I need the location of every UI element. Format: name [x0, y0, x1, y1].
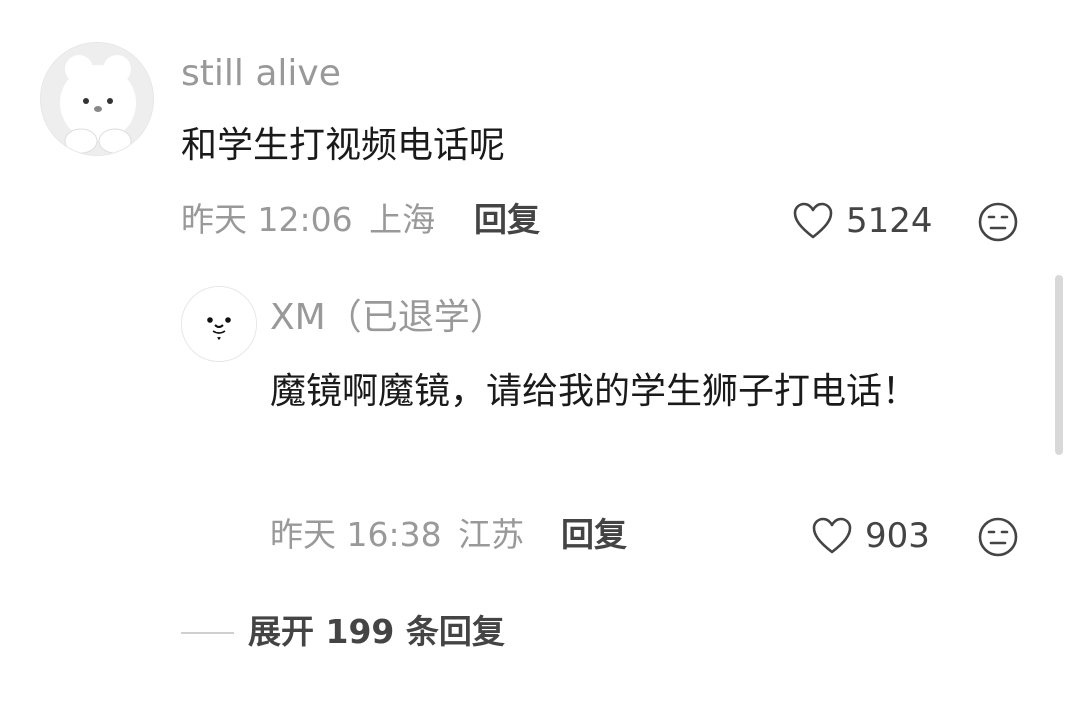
- neutral-face-icon: [978, 517, 1018, 557]
- heart-outline-icon: [812, 517, 852, 554]
- reply-avatar[interactable]: [181, 286, 257, 362]
- comment-text[interactable]: 和学生打视频电话呢: [181, 114, 1001, 178]
- scrollbar-thumb[interactable]: [1055, 275, 1063, 455]
- reply-username[interactable]: XM（已退学）: [270, 296, 506, 340]
- comment-reply-button[interactable]: 回复: [474, 198, 540, 242]
- comment-avatar[interactable]: [40, 42, 154, 156]
- reply-like-count: 903: [865, 516, 930, 556]
- comment-time-value: 昨天 12:06: [181, 200, 353, 239]
- comment-location: 上海: [369, 200, 436, 239]
- reply-dislike-button[interactable]: [977, 516, 1019, 558]
- comment-username[interactable]: still alive: [181, 52, 341, 96]
- expand-replies-button[interactable]: 展开 199 条回复: [248, 610, 505, 654]
- heart-outline-icon: [793, 202, 833, 239]
- reply-like-button[interactable]: [811, 516, 853, 556]
- cartoon-avatar-icon: [41, 43, 153, 155]
- expand-divider-line: [181, 632, 234, 634]
- comment-time: 昨天 12:06 上海: [181, 198, 435, 242]
- reply-location: 江苏: [458, 515, 525, 554]
- dog-face-avatar-icon: [182, 287, 256, 361]
- comment-dislike-button[interactable]: [977, 201, 1019, 243]
- reply-text[interactable]: 魔镜啊魔镜，请给我的学生狮子打电话！: [270, 360, 985, 424]
- comment-like-count: 5124: [846, 201, 933, 241]
- reply-time: 昨天 16:38 江苏: [270, 513, 524, 557]
- comment-like-button[interactable]: [792, 201, 834, 241]
- reply-reply-button[interactable]: 回复: [561, 513, 627, 557]
- reply-time-value: 昨天 16:38: [270, 515, 442, 554]
- neutral-face-icon: [978, 202, 1018, 242]
